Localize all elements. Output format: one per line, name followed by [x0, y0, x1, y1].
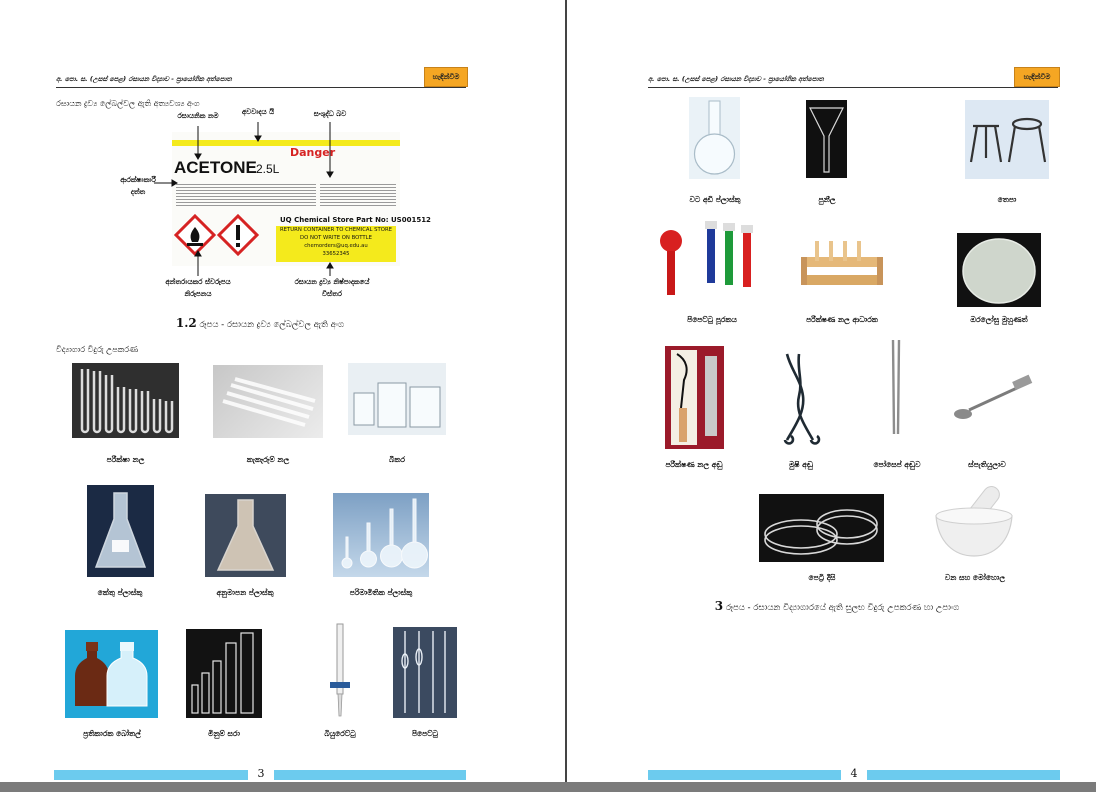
figure-number: 3 — [714, 599, 724, 613]
caption-funnel: පුනීල — [818, 195, 836, 204]
caption-burette: බියුරෙට්ටු — [324, 729, 356, 738]
viewer-bottom-bar — [0, 782, 1096, 792]
page-number: 3 — [257, 767, 265, 780]
caption-petri-dish: පෙට්‍රි දීසි — [808, 573, 836, 582]
header-badge: හැඳින්වීම — [424, 67, 468, 87]
figure-text: රූපය - රසායන ද්‍රව්‍ය ලේබල්වල ඇති අංග — [199, 320, 345, 330]
figure-number: 1.2 — [175, 316, 197, 330]
arrowhead — [326, 171, 334, 178]
caption-boiling-tube: කැකෑරුම් නල — [246, 455, 290, 464]
annotation-precaution: ආරක්ෂාකාරී — [120, 176, 156, 184]
annotation-purity: සංශුද්ධ බව — [313, 110, 347, 118]
acetone-label-figure: Danger ACETONE 2.5L UQ Chemical Store Pa… — [118, 108, 431, 302]
titration-flask-image — [205, 494, 286, 577]
spatula-image — [951, 372, 1035, 426]
arrowhead — [326, 262, 334, 269]
pipette-filler-image — [657, 217, 761, 298]
header-rule — [648, 87, 1058, 88]
caption-reagent-bottle: ප්‍රතිකාරක බෝතල් — [83, 729, 141, 738]
header-title: අ. පො. ස. (උසස් පෙළ) රසායන විද්‍යාව - ප්… — [648, 75, 824, 83]
test-tube-rack-image — [799, 237, 885, 288]
watch-glass-image — [957, 233, 1041, 307]
annotation-danger-word: අවවාදය යි — [241, 108, 275, 116]
volumetric-flask-image — [333, 493, 429, 577]
arrowhead — [194, 153, 202, 160]
page-number: 4 — [850, 767, 858, 780]
annotation-arrows — [154, 122, 334, 276]
boiling-tube-image — [213, 365, 323, 438]
caption-titration-flask: අනුමාපන ප්ලාස්කු — [216, 588, 274, 597]
crucible-tongs-image — [777, 350, 825, 446]
test-tube-image — [72, 363, 179, 438]
arrowhead — [171, 179, 178, 187]
forceps-image — [886, 338, 906, 438]
footer-bar-left — [648, 770, 841, 780]
header-rule — [56, 87, 466, 88]
figure-text: රූපය - රසායන විද්‍යාගාරයේ ඇති සුලභ විදුර… — [725, 603, 960, 613]
caption-test-tube-rack: පරීක්ෂණ නල ආධාරක — [806, 315, 878, 324]
annotation-chem-name: රසායනික නම — [177, 112, 219, 120]
test-tube-holder-image — [665, 346, 724, 449]
footer-bar-right — [867, 770, 1060, 780]
caption-forceps: පෝසෙප් අඬුව — [873, 460, 921, 469]
caption-mortar-pestle: වන සහ මෝහොල — [944, 573, 1006, 582]
header-badge: හැඳින්වීම — [1014, 67, 1060, 87]
figure-caption-1-2: 1.2 රූපය - රසායන ද්‍රව්‍ය ලේබල්වල ඇති අං… — [100, 316, 420, 330]
footer-bar-right — [274, 770, 466, 780]
footer-bar-left — [54, 770, 248, 780]
mortar-pestle-image — [930, 480, 1019, 566]
round-flask-image — [689, 97, 740, 179]
annotation-supplier-2: විස්තර — [322, 290, 342, 298]
arrowhead — [194, 250, 202, 257]
caption-round-flask: වට අඩි ප්ලාස්කු — [689, 195, 741, 204]
caption-pipette: පිපෙට්ටු — [411, 729, 439, 738]
arrowhead — [254, 135, 262, 142]
page-3: අ. පො. ස. (උසස් පෙළ) රසායන විද්‍යාව - ප්… — [0, 0, 565, 782]
beaker-image — [348, 363, 446, 435]
tripod-image — [965, 100, 1049, 179]
annotation-hazard-2: නිරූපනය — [184, 290, 212, 298]
caption-crucible-tongs: මුෂි අඬු — [789, 460, 813, 469]
page-4: අ. පො. ස. (උසස් පෙළ) රසායන විද්‍යාව - ප්… — [567, 0, 1096, 782]
caption-pipette-filler: පිපෙට්ටු පූරකය — [687, 315, 737, 324]
reagent-bottle-image — [65, 630, 158, 718]
caption-volumetric-flask: පරිමාමිතික ප්ලාස්කු — [349, 588, 413, 597]
header-title: අ. පො. ස. (උසස් පෙළ) රසායන විද්‍යාව - ප්… — [56, 75, 232, 83]
measuring-cylinder-image — [186, 629, 262, 718]
annotation-hazard: අන්තරායකර ස්වරූපය — [165, 278, 231, 286]
pipette-image — [393, 627, 457, 718]
conical-flask-image — [87, 485, 154, 577]
caption-beaker: බීකර — [389, 455, 405, 464]
caption-tripod: තෙපා — [997, 195, 1017, 204]
caption-conical-flask: කේතු ප්ලාස්කු — [97, 588, 143, 597]
caption-measuring-cylinder: මිනුම් සරා — [208, 729, 240, 738]
caption-test-tube: පරීක්ෂා නල — [106, 455, 145, 464]
annotation-supplier: රසායන ද්‍රව්‍ය නිෂ්පාදකයේ — [294, 278, 370, 286]
caption-spatula: ස්පැතියුලාව — [968, 460, 1006, 469]
petri-dish-image — [759, 494, 884, 562]
figure-caption-3: 3 රූපය - රසායන විද්‍යාගාරයේ ඇති සුලභ විද… — [637, 599, 1037, 613]
section-label-glassware: විද්‍යාගාර විදුරු උපකරණ — [56, 345, 139, 354]
caption-test-tube-holder: පරීක්ෂණ නල අඬු — [665, 460, 723, 469]
burette-image — [320, 622, 360, 720]
caption-watch-glass: ඔරලෝසු මුහුණත් — [970, 315, 1028, 324]
annotation-precaution-2: දත්ත — [130, 188, 146, 196]
funnel-image — [806, 100, 847, 178]
